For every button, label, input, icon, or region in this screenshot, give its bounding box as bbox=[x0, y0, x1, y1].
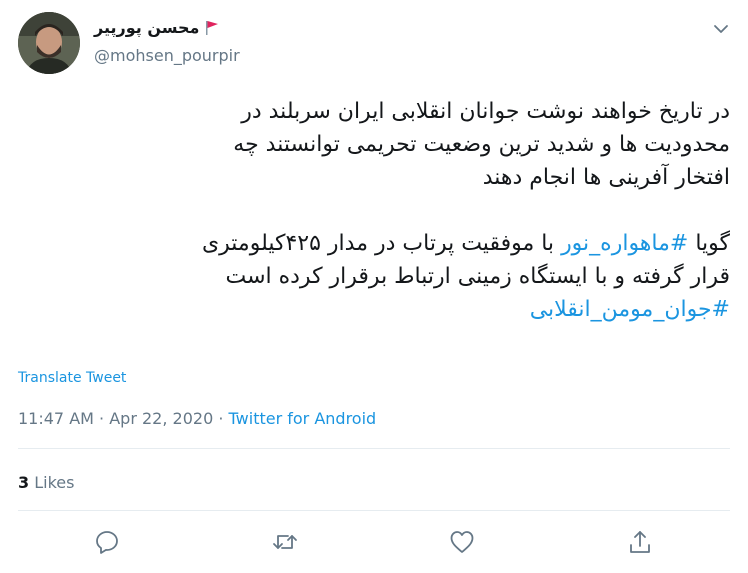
translate-tweet-link[interactable]: Translate Tweet bbox=[18, 370, 126, 386]
user-name-row: محسن پورپیر bbox=[94, 18, 219, 37]
tweet-line: محدودیت ها و شدید ترین وضعیت تحریمی توان… bbox=[233, 132, 730, 157]
tweet-meta: 11:47 AM · Apr 22, 2020 · Twitter for An… bbox=[18, 409, 376, 428]
tweet-actions bbox=[0, 528, 748, 560]
heart-icon bbox=[450, 531, 474, 553]
like-button[interactable] bbox=[448, 528, 476, 556]
meta-separator: · bbox=[99, 409, 105, 428]
likes-label: Likes bbox=[34, 473, 75, 492]
reply-icon bbox=[96, 531, 118, 554]
tweet-header: محسن پورپیر @mohsen_pourpir bbox=[18, 12, 732, 76]
likes-count: 3 bbox=[18, 473, 30, 492]
tweet-line: افتخار آفرینی ها انجام دهند bbox=[482, 165, 730, 190]
display-name[interactable]: محسن پورپیر bbox=[94, 18, 199, 37]
meta-separator: · bbox=[218, 409, 224, 428]
avatar[interactable] bbox=[18, 12, 80, 74]
tweet-text-fragment: با موفقیت پرتاب در مدار ۴۲۵کیلومتری bbox=[201, 231, 555, 256]
divider bbox=[18, 448, 730, 449]
tweet-time[interactable]: 11:47 AM bbox=[18, 409, 94, 428]
tweet-source-link[interactable]: Twitter for Android bbox=[229, 409, 377, 428]
user-handle[interactable]: @mohsen_pourpir bbox=[94, 46, 240, 65]
retweet-icon bbox=[273, 535, 297, 549]
tweet-text-fragment: گویا bbox=[695, 231, 730, 256]
tweet-line: در تاریخ خواهند نوشت جوانان انقلابی ایرا… bbox=[241, 99, 730, 124]
tweet-line: قرار گرفته و با ایستگاه زمینی ارتباط برق… bbox=[225, 264, 730, 289]
share-icon bbox=[630, 531, 650, 553]
tweet-text: در تاریخ خواهند نوشت جوانان انقلابی ایرا… bbox=[18, 95, 730, 326]
likes-summary[interactable]: 3 Likes bbox=[18, 473, 74, 492]
retweet-button[interactable] bbox=[271, 528, 299, 556]
reply-button[interactable] bbox=[93, 528, 121, 556]
tweet-date[interactable]: Apr 22, 2020 bbox=[109, 409, 213, 428]
divider bbox=[18, 510, 730, 511]
tweet-line: #جوان_مومن_انقلابی bbox=[18, 293, 730, 326]
share-button[interactable] bbox=[626, 528, 654, 556]
flag-icon bbox=[206, 20, 219, 35]
hashtag-link[interactable]: #جوان_مومن_انقلابی bbox=[530, 297, 730, 322]
chevron-down-icon[interactable] bbox=[712, 20, 730, 38]
hashtag-link[interactable]: #ماهواره_نور bbox=[561, 231, 688, 256]
tweet-line: گویا #ماهواره_نور با موفقیت پرتاب در مدا… bbox=[18, 227, 730, 260]
